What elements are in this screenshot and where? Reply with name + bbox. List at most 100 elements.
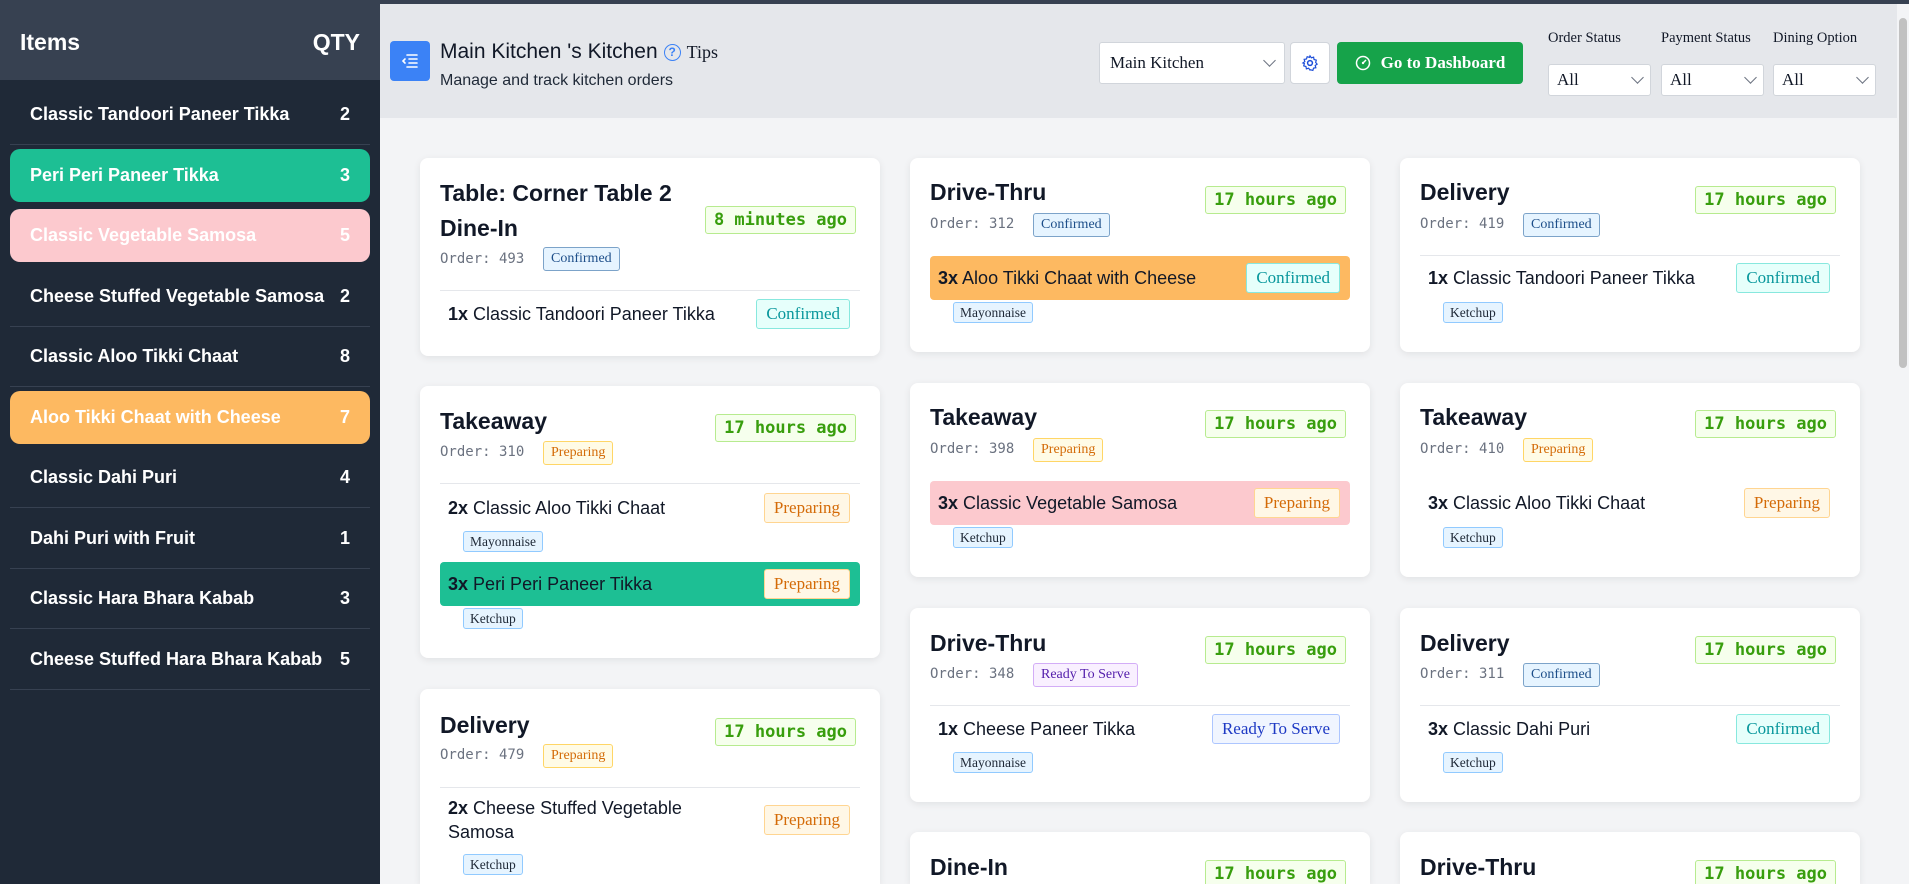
modifier-tag: Mayonnaise (953, 302, 1033, 323)
menu-toggle-button[interactable] (390, 41, 430, 81)
order-card[interactable]: Dine-In 17 hours ago (910, 832, 1370, 884)
order-status-value: All (1557, 70, 1579, 89)
line-item-status-button[interactable]: Confirmed (1246, 263, 1340, 293)
sidebar-item[interactable]: Classic Dahi Puri 4 (10, 451, 370, 508)
page-title: Main Kitchen 's Kitchen ? Tips (440, 40, 718, 64)
order-card[interactable]: Drive-Thru 17 hours ago Order: 348 Ready… (910, 608, 1370, 802)
tips-link[interactable]: Tips (687, 42, 718, 63)
order-status-badge: Confirmed (1523, 663, 1600, 687)
line-item-name: Classic Aloo Tikki Chaat (473, 498, 666, 518)
page-header: Main Kitchen 's Kitchen ? Tips Manage an… (380, 4, 1909, 118)
order-card[interactable]: Drive-Thru 17 hours ago Order: 312 Confi… (910, 158, 1370, 352)
settings-button[interactable] (1290, 42, 1330, 84)
sidebar-item-qty: 3 (339, 588, 350, 608)
line-item-qty: 3x (938, 268, 959, 288)
line-item-name: Classic Vegetable Samosa (963, 493, 1178, 513)
dining-option-value: All (1782, 70, 1804, 89)
sidebar-item[interactable]: Classic Tandoori Paneer Tikka 2 (10, 88, 370, 145)
order-card[interactable]: Drive-Thru 17 hours ago (1400, 832, 1860, 884)
sidebar-item[interactable]: Classic Vegetable Samosa 5 (10, 209, 370, 262)
payment-status-select[interactable]: All (1661, 64, 1764, 96)
line-item-text: 3x Peri Peri Paneer Tikka (448, 572, 652, 596)
items-sidebar: Items QTY Classic Tandoori Paneer Tikka 2… (0, 4, 380, 884)
order-divider (1420, 705, 1840, 706)
line-item-status-button[interactable]: Confirmed (1736, 263, 1830, 293)
page-subtitle: Manage and track kitchen orders (440, 72, 674, 89)
sidebar-item-qty: 8 (339, 346, 350, 366)
modifier-tag: Mayonnaise (463, 531, 543, 552)
order-card[interactable]: Takeaway 17 hours ago Order: 410 Prepari… (1400, 383, 1860, 577)
chevron-down-icon (1856, 71, 1869, 84)
order-divider (440, 290, 860, 291)
order-line-item[interactable]: 2x Classic Aloo Tikki Chaat Preparing (440, 486, 860, 530)
line-item-status-button[interactable]: Preparing (763, 805, 850, 835)
line-item-status-button[interactable]: Ready To Serve (1211, 714, 1340, 744)
sidebar-item[interactable]: Classic Aloo Tikki Chaat 8 (10, 330, 370, 387)
dining-option-select[interactable]: All (1773, 64, 1876, 96)
order-time-badge: 17 hours ago (1205, 186, 1346, 214)
sidebar-item-label: Cheese Stuffed Vegetable Samosa (30, 285, 325, 306)
line-item-status-button[interactable]: Preparing (1253, 488, 1340, 518)
help-icon[interactable]: ? (663, 43, 681, 61)
line-item-status-button[interactable]: Preparing (763, 493, 850, 523)
order-line-item[interactable]: 3x Peri Peri Paneer Tikka Preparing (440, 562, 860, 606)
sidebar-item-label: Classic Aloo Tikki Chaat (30, 346, 239, 366)
order-divider (440, 483, 860, 484)
order-line-item[interactable]: 2x Cheese Stuffed Vegetable Samosa Prepa… (440, 793, 860, 847)
order-status-badge: Preparing (543, 744, 614, 768)
order-status-select[interactable]: All (1548, 64, 1651, 96)
order-time-badge: 17 hours ago (715, 414, 856, 442)
order-line-item[interactable]: 1x Classic Tandoori Paneer Tikka Confirm… (440, 292, 860, 336)
line-item-name: Peri Peri Paneer Tikka (473, 574, 653, 594)
line-item-name: Classic Aloo Tikki Chaat (1453, 493, 1646, 513)
page-scrollbar-thumb[interactable] (1899, 18, 1907, 368)
order-dining-option: Delivery (1420, 179, 1510, 205)
modifier-tag: Ketchup (953, 527, 1013, 548)
dashboard-button-label: Go to Dashboard (1380, 53, 1506, 72)
order-number: Order: 493 (440, 251, 525, 267)
line-item-status-button[interactable]: Preparing (1743, 488, 1830, 518)
order-table-name: Table: Corner Table 2 (440, 180, 672, 206)
modifier-tag: Ketchup (463, 854, 523, 875)
line-item-text: 2x Classic Aloo Tikki Chaat (448, 496, 665, 520)
sidebar-item[interactable]: Peri Peri Paneer Tikka 3 (10, 148, 370, 202)
sidebar-item[interactable]: Cheese Stuffed Hara Bhara Kabab 5 (10, 633, 370, 690)
sidebar-item[interactable]: Dahi Puri with Fruit 1 (10, 512, 370, 569)
kitchen-select[interactable]: Main Kitchen (1099, 42, 1285, 84)
sidebar-item-label: Dahi Puri with Fruit (30, 527, 195, 548)
modifier-tag: Ketchup (463, 608, 523, 629)
order-line-item[interactable]: 3x Classic Dahi Puri Confirmed (1420, 707, 1840, 751)
sidebar-item[interactable]: Cheese Stuffed Vegetable Samosa 2 (10, 270, 370, 327)
line-item-status-button[interactable]: Confirmed (1736, 714, 1830, 744)
order-card[interactable]: Delivery 17 hours ago Order: 479 Prepari… (420, 689, 880, 884)
order-line-item[interactable]: 1x Classic Tandoori Paneer Tikka Confirm… (1420, 256, 1840, 300)
sidebar-item-qty: 2 (339, 104, 350, 124)
line-item-name: Classic Tandoori Paneer Tikka (473, 304, 715, 324)
line-item-status-button[interactable]: Confirmed (756, 299, 850, 329)
modifier-tag: Ketchup (1443, 527, 1503, 548)
order-card[interactable]: Table: Corner Table 2 Dine-In 8 minutes … (420, 158, 880, 356)
order-card[interactable]: Delivery 17 hours ago Order: 419 Confirm… (1400, 158, 1860, 352)
order-card[interactable]: Takeaway 17 hours ago Order: 398 Prepari… (910, 383, 1370, 577)
order-line-item[interactable]: 3x Classic Vegetable Samosa Preparing (930, 481, 1350, 525)
order-card[interactable]: Delivery 17 hours ago Order: 311 Confirm… (1400, 608, 1860, 802)
payment-status-value: All (1670, 70, 1692, 89)
order-line-item[interactable]: 3x Aloo Tikki Chaat with Cheese Confirme… (930, 256, 1350, 300)
order-divider (930, 705, 1350, 706)
order-dining-option: Drive-Thru (930, 179, 1047, 205)
line-item-name: Aloo Tikki Chaat with Cheese (962, 268, 1197, 288)
order-line-item[interactable]: 1x Cheese Paneer Tikka Ready To Serve (930, 707, 1350, 751)
order-status-badge: Confirmed (1033, 213, 1110, 237)
order-number: Order: 398 (930, 441, 1015, 457)
payment-status-label: Payment Status (1661, 30, 1751, 46)
order-card[interactable]: Takeaway 17 hours ago Order: 310 Prepari… (420, 386, 880, 658)
line-item-text: 3x Classic Aloo Tikki Chaat (1428, 491, 1645, 515)
go-to-dashboard-button[interactable]: Go to Dashboard (1337, 42, 1523, 84)
line-item-status-button[interactable]: Preparing (763, 569, 850, 599)
sidebar-item[interactable]: Aloo Tikki Chaat with Cheese 7 (10, 390, 370, 444)
line-item-name: Classic Tandoori Paneer Tikka (1453, 268, 1695, 288)
order-dining-option: Drive-Thru (1420, 854, 1537, 880)
sidebar-item[interactable]: Classic Hara Bhara Kabab 3 (10, 572, 370, 629)
order-time-badge: 17 hours ago (1205, 860, 1346, 884)
order-line-item[interactable]: 3x Classic Aloo Tikki Chaat Preparing (1420, 481, 1840, 525)
